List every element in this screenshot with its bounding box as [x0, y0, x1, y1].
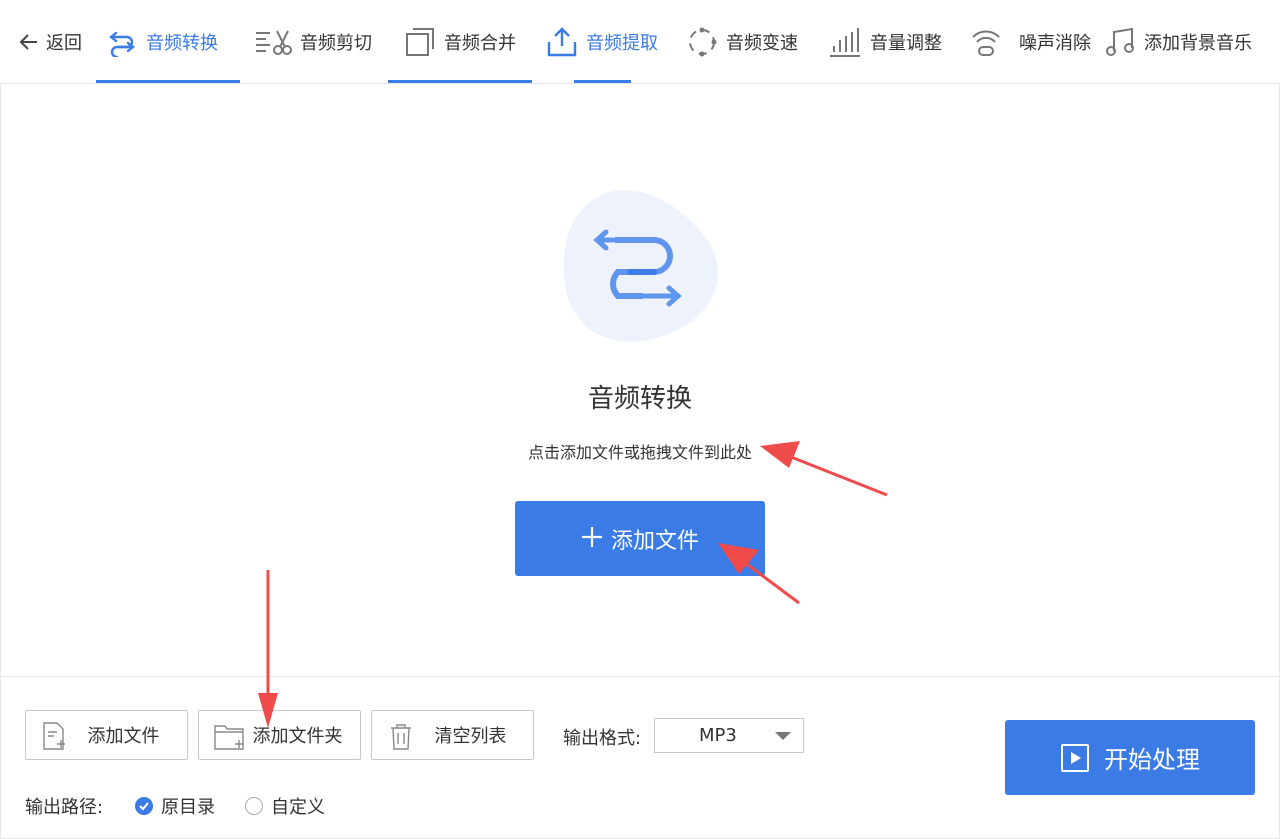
tab-audio-speed[interactable]: 音频变速: [686, 0, 798, 84]
add-file-button-primary[interactable]: 添加文件: [515, 501, 765, 576]
page-title: 音频转换: [587, 384, 692, 414]
tab-noise-removal[interactable]: 噪声消除: [970, 0, 1091, 84]
plus-icon: [581, 521, 603, 556]
output-path-label: 输出路径:: [25, 797, 104, 818]
tab-audio-merge[interactable]: 音频合并: [404, 0, 516, 84]
tab-audio-convert[interactable]: 音频转换: [106, 0, 218, 84]
radio-circle-icon: [245, 797, 263, 815]
tab-label: 音量调整: [870, 33, 942, 54]
add-file-label: 添加文件: [87, 726, 160, 747]
add-file-button[interactable]: 添加文件: [25, 710, 188, 760]
add-folder-button[interactable]: 添加文件夹: [198, 710, 361, 760]
tab-label: 音频合并: [444, 33, 516, 54]
tab-underline: [96, 80, 240, 83]
tab-add-bg-music[interactable]: 添加背景音乐: [1104, 0, 1252, 84]
back-button[interactable]: 返回: [16, 0, 82, 84]
add-folder-label: 添加文件夹: [252, 726, 343, 747]
output-format-select[interactable]: MP3: [654, 718, 804, 753]
radio-label: 自定义: [271, 797, 325, 818]
music-note-icon: [1104, 26, 1136, 58]
clear-list-label: 清空列表: [434, 726, 507, 747]
chevron-down-icon: [775, 732, 791, 740]
upload-icon: [546, 26, 578, 58]
tab-label: 音频转换: [146, 33, 218, 54]
radio-original-directory[interactable]: 原目录: [135, 793, 215, 819]
tab-label: 添加背景音乐: [1144, 33, 1252, 54]
tab-underline: [574, 80, 631, 83]
volume-bars-icon: [828, 26, 862, 58]
checkmark-icon: [135, 797, 153, 815]
drop-hint-text: 点击添加文件或拖拽文件到此处: [527, 443, 752, 462]
output-format-value: MP3: [699, 725, 737, 746]
clear-list-button[interactable]: 清空列表: [371, 710, 534, 760]
merge-icon: [404, 26, 436, 58]
radio-custom-directory[interactable]: 自定义: [245, 793, 325, 819]
tab-label: 音频剪切: [300, 33, 372, 54]
arrow-left-icon: [16, 29, 42, 55]
convert-hero-icon: [560, 182, 725, 347]
tab-audio-extract[interactable]: 音频提取: [546, 0, 658, 84]
convert-icon: [106, 26, 138, 58]
tab-audio-cut[interactable]: 音频剪切: [254, 0, 372, 84]
back-label: 返回: [46, 33, 82, 54]
tab-label: 音频变速: [726, 33, 798, 54]
scissors-icon: [254, 26, 292, 58]
start-processing-button[interactable]: 开始处理: [1005, 720, 1255, 795]
top-nav-bar: 返回 音频转换 音频剪切 音频合并 音频提取 音频变速 音量调整 噪声消除 添加…: [0, 0, 1280, 84]
play-icon: [1060, 743, 1090, 773]
speed-icon: [686, 26, 718, 58]
start-processing-label: 开始处理: [1104, 746, 1200, 774]
tab-underline: [388, 80, 532, 83]
output-format-label: 输出格式:: [563, 728, 642, 749]
noise-icon: [970, 26, 1002, 58]
tab-volume-adjust[interactable]: 音量调整: [828, 0, 942, 84]
tab-label: 噪声消除: [1019, 33, 1091, 54]
add-file-label: 添加文件: [610, 528, 699, 554]
radio-label: 原目录: [161, 797, 215, 818]
tab-label: 音频提取: [586, 33, 658, 54]
